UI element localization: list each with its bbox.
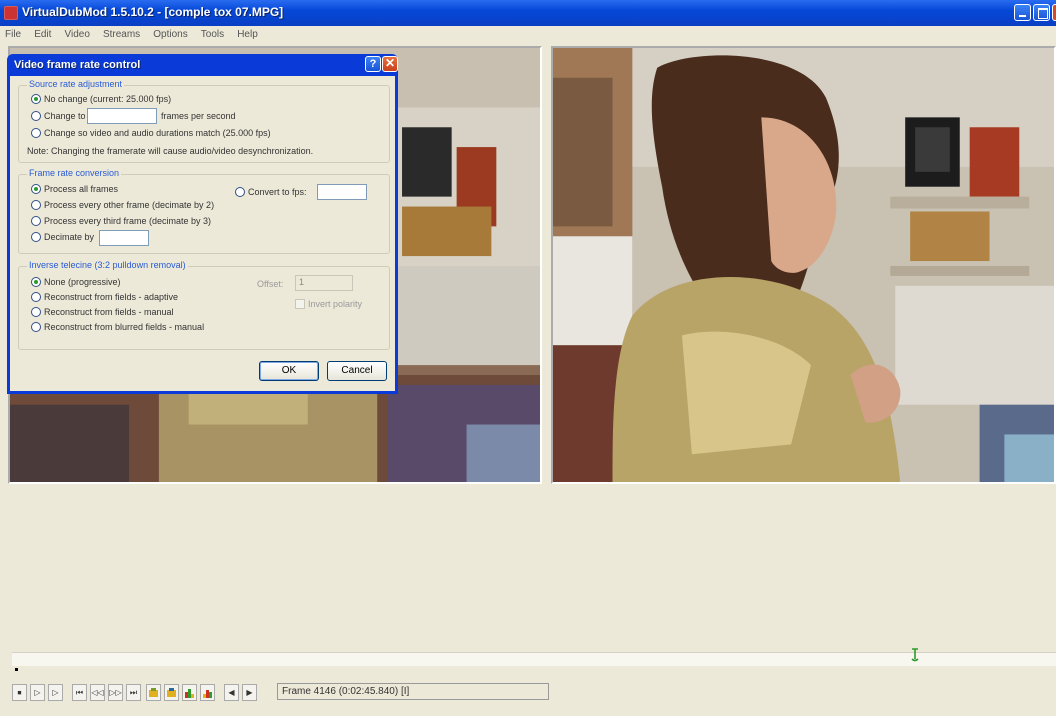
- ok-button[interactable]: OK: [259, 361, 319, 381]
- radio-icon: [31, 111, 41, 121]
- every-other-label: Process every other frame (decimate by 2…: [44, 200, 215, 210]
- menu-tools[interactable]: Tools: [196, 26, 229, 40]
- offset-input[interactable]: 1: [295, 275, 353, 291]
- source-rate-legend: Source rate adjustment: [27, 79, 125, 89]
- convert-to-label: Convert to fps:: [248, 187, 307, 197]
- radio-icon: [31, 307, 41, 317]
- minimize-button[interactable]: [1014, 4, 1031, 21]
- scene-back-button[interactable]: [182, 684, 197, 701]
- radio-icon: [31, 94, 41, 104]
- manual-radio[interactable]: Reconstruct from fields - manual: [31, 307, 174, 321]
- menu-video[interactable]: Video: [59, 26, 94, 40]
- menu-help[interactable]: Help: [232, 26, 263, 40]
- scene-forward-icon: [203, 690, 212, 698]
- radio-icon: [31, 216, 41, 226]
- checkbox-icon: [295, 299, 305, 309]
- prev-keyframe-button[interactable]: [146, 684, 161, 701]
- radio-icon: [31, 322, 41, 332]
- play-output-button[interactable]: ▷: [48, 684, 63, 701]
- change-to-radio[interactable]: Change to: [31, 111, 86, 125]
- menu-bar: File Edit Video Streams Options Tools He…: [0, 26, 1056, 44]
- close-button[interactable]: [1052, 4, 1056, 21]
- every-third-radio[interactable]: Process every third frame (decimate by 3…: [31, 216, 211, 230]
- radio-icon: [31, 277, 41, 287]
- blurred-radio[interactable]: Reconstruct from blurred fields - manual: [31, 322, 204, 336]
- app-icon: [4, 6, 18, 20]
- dialog-body: Source rate adjustment No change (curren…: [10, 76, 395, 391]
- frame-rate-dialog: Video frame rate control ? ✕ Source rate…: [7, 54, 398, 394]
- source-rate-group: Source rate adjustment No change (curren…: [18, 79, 390, 163]
- manual-label: Reconstruct from fields - manual: [44, 307, 174, 317]
- offset-label: Offset:: [257, 279, 284, 289]
- match-audio-radio[interactable]: Change so video and audio durations matc…: [31, 128, 271, 142]
- dialog-title-bar: Video frame rate control ? ✕: [10, 54, 398, 76]
- radio-icon: [31, 292, 41, 302]
- telecine-legend: Inverse telecine (3:2 pulldown removal): [27, 260, 188, 270]
- dialog-close-button[interactable]: ✕: [382, 56, 398, 72]
- conversion-legend: Frame rate conversion: [27, 168, 122, 178]
- dialog-title: Video frame rate control: [14, 59, 141, 71]
- invert-polarity-label: Invert polarity: [308, 299, 363, 309]
- change-to-label: Change to: [44, 111, 86, 121]
- output-video-frame: [553, 48, 1054, 482]
- scene-forward-button[interactable]: [200, 684, 215, 701]
- invert-polarity-checkbox[interactable]: Invert polarity: [295, 299, 362, 313]
- blurred-label: Reconstruct from blurred fields - manual: [44, 322, 205, 332]
- mark-out-button[interactable]: ▶: [242, 684, 257, 701]
- every-other-radio[interactable]: Process every other frame (decimate by 2…: [31, 200, 214, 214]
- next-keyframe-button[interactable]: [164, 684, 179, 701]
- progressive-radio[interactable]: None (progressive): [31, 277, 121, 291]
- menu-options[interactable]: Options: [148, 26, 192, 40]
- radio-icon: [31, 232, 41, 242]
- process-all-radio[interactable]: Process all frames: [31, 184, 118, 198]
- progressive-label: None (progressive): [44, 277, 121, 287]
- output-video-pane: [551, 46, 1056, 484]
- end-button[interactable]: ⏭: [126, 684, 141, 701]
- frame-position-readout: Frame 4146 (0:02:45.840) [I]: [277, 683, 549, 700]
- radio-icon: [235, 187, 245, 197]
- menu-edit[interactable]: Edit: [29, 26, 56, 40]
- change-to-fps-input[interactable]: [87, 108, 157, 124]
- process-all-label: Process all frames: [44, 184, 119, 194]
- match-audio-label: Change so video and audio durations matc…: [44, 128, 271, 138]
- back-button[interactable]: ◁◁: [90, 684, 105, 701]
- no-change-label: No change (current: 25.000 fps): [44, 94, 172, 104]
- maximize-button[interactable]: [1033, 4, 1050, 21]
- keyframe-next-icon: [167, 688, 176, 697]
- fps-suffix-label: frames per second: [161, 111, 236, 121]
- keyframe-prev-icon: [149, 688, 158, 697]
- help-button[interactable]: ?: [365, 56, 381, 72]
- convert-to-radio[interactable]: Convert to fps:: [235, 187, 307, 201]
- convert-fps-input[interactable]: [317, 184, 367, 200]
- decimate-by-radio[interactable]: Decimate by: [31, 232, 94, 246]
- inverse-telecine-group: Inverse telecine (3:2 pulldown removal) …: [18, 260, 390, 350]
- mark-in-indicator: [15, 668, 18, 671]
- title-bar: VirtualDubMod 1.5.10.2 - [comple tox 07.…: [0, 0, 1056, 26]
- cancel-button[interactable]: Cancel: [327, 361, 387, 381]
- menu-streams[interactable]: Streams: [98, 26, 145, 40]
- every-third-label: Process every third frame (decimate by 3…: [44, 216, 212, 226]
- position-thumb-icon[interactable]: [910, 648, 920, 662]
- no-change-radio[interactable]: No change (current: 25.000 fps): [31, 94, 171, 108]
- adaptive-label: Reconstruct from fields - adaptive: [44, 292, 179, 302]
- forward-button[interactable]: ▷▷: [108, 684, 123, 701]
- menu-file[interactable]: File: [0, 26, 26, 40]
- start-button[interactable]: ⏮: [72, 684, 87, 701]
- radio-icon: [31, 128, 41, 138]
- frame-rate-conversion-group: Frame rate conversion Process all frames…: [18, 168, 390, 254]
- adaptive-radio[interactable]: Reconstruct from fields - adaptive: [31, 292, 178, 306]
- mark-in-button[interactable]: ◀: [224, 684, 239, 701]
- decimate-input[interactable]: [99, 230, 149, 246]
- decimate-by-label: Decimate by: [44, 232, 95, 242]
- desync-note: Note: Changing the framerate will cause …: [27, 146, 314, 156]
- scene-back-icon: [185, 689, 194, 698]
- timeline-slider[interactable]: [12, 652, 1056, 666]
- window-title: VirtualDubMod 1.5.10.2 - [comple tox 07.…: [22, 5, 284, 19]
- radio-icon: [31, 184, 41, 194]
- play-input-button[interactable]: ▷: [30, 684, 45, 701]
- radio-icon: [31, 200, 41, 210]
- stop-button[interactable]: ⏹: [12, 684, 27, 701]
